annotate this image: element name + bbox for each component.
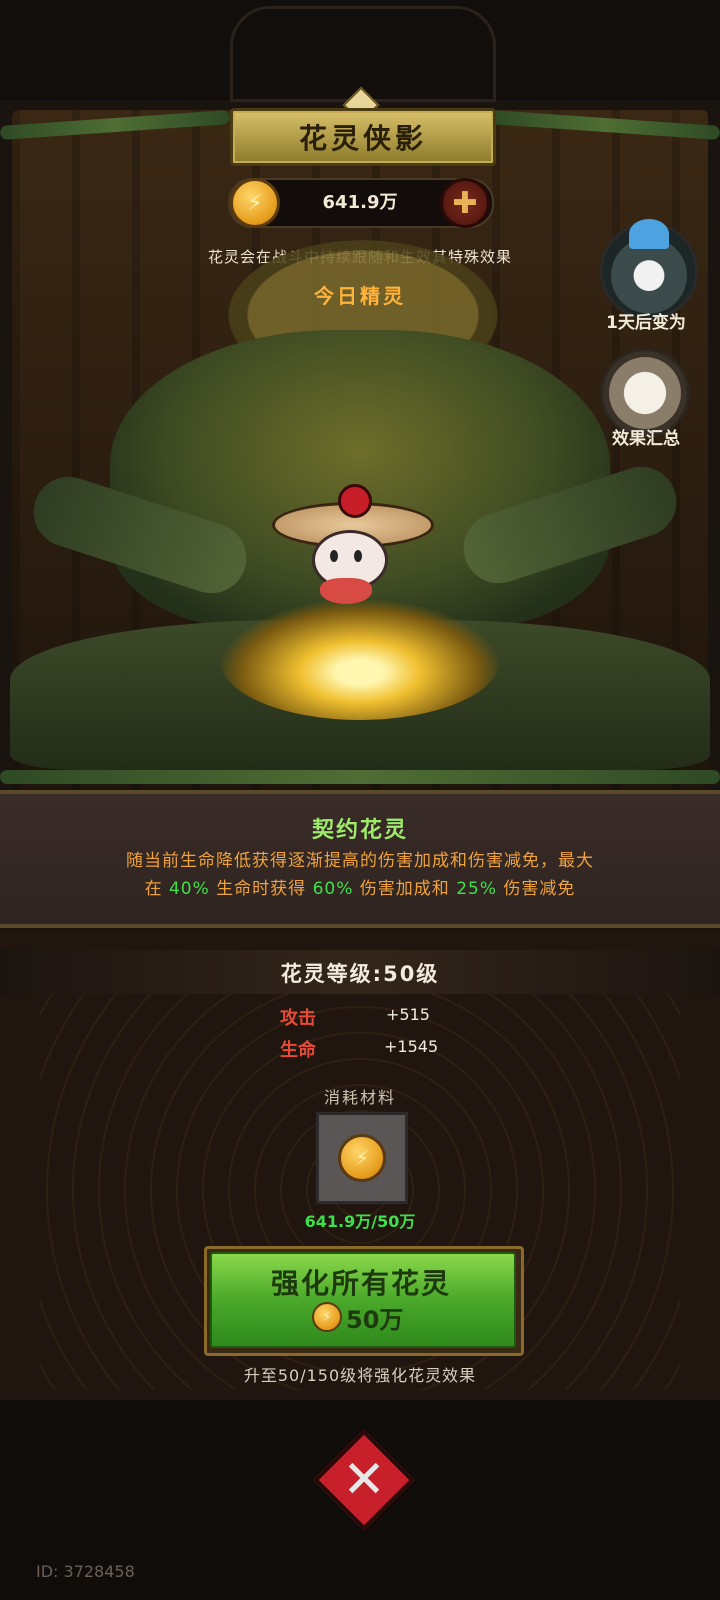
add-currency-button[interactable]: ✚ [440,178,490,228]
top-ornament [230,6,496,102]
spirit-eye-right [354,550,362,562]
vine-middle [0,770,720,784]
upgrade-button-label: 强化所有花灵 [270,1267,451,1300]
page-title: 花灵侠影 [298,122,427,155]
cost-coin-icon: ⚡ [312,1302,342,1332]
upgrade-cost: 50万 [346,1306,404,1334]
stat-hp-value: +1545 [384,1037,439,1056]
stat-attack-name: 攻击 [280,1008,316,1029]
coin-icon: ⚡ [230,178,280,228]
player-id: ID: 3728458 [36,1562,135,1581]
material-label: 消耗材料 [323,1088,396,1107]
skill-description-line2: 在 40% 生命时获得 60% 伤害加成和 25% 伤害减免 [144,879,576,899]
spirit-avatar-icon [629,219,669,249]
glowing-bowl [220,600,500,720]
spirit-hat-knob [338,484,372,518]
plus-icon: ✚ [452,185,478,221]
next-spirit-button[interactable] [600,219,698,320]
today-spirit-label: 今日精灵 [314,284,406,308]
damage-bonus: 60% [312,879,354,899]
damage-reduction: 25% [456,879,497,899]
spirit-eye-left [330,550,338,562]
skill-name: 契约花灵 [311,818,408,843]
title-banner: 花灵侠影 [230,108,496,166]
hp-threshold: 40% [168,879,210,899]
upgrade-hint: 升至50/150级将强化花灵效果 [243,1366,477,1385]
stat-attack-value: +515 [386,1005,430,1024]
effect-summary-label: 效果汇总 [612,429,680,449]
skill-description-line1: 随当前生命降低获得逐渐提高的伤害加成和伤害减免，最大 [126,851,594,871]
top-background [0,0,720,102]
material-count: 641.9万/50万 [304,1212,416,1231]
close-icon: ✕ [342,1450,386,1510]
spirit-body [320,578,372,604]
spirit-level: 花灵等级:50级 [280,962,440,986]
currency-value: 641.9万 [322,192,398,213]
stat-hp-name: 生命 [280,1040,316,1061]
material-coin-icon: ⚡ [338,1134,386,1182]
next-spirit-label: 1天后变为 [606,313,686,333]
